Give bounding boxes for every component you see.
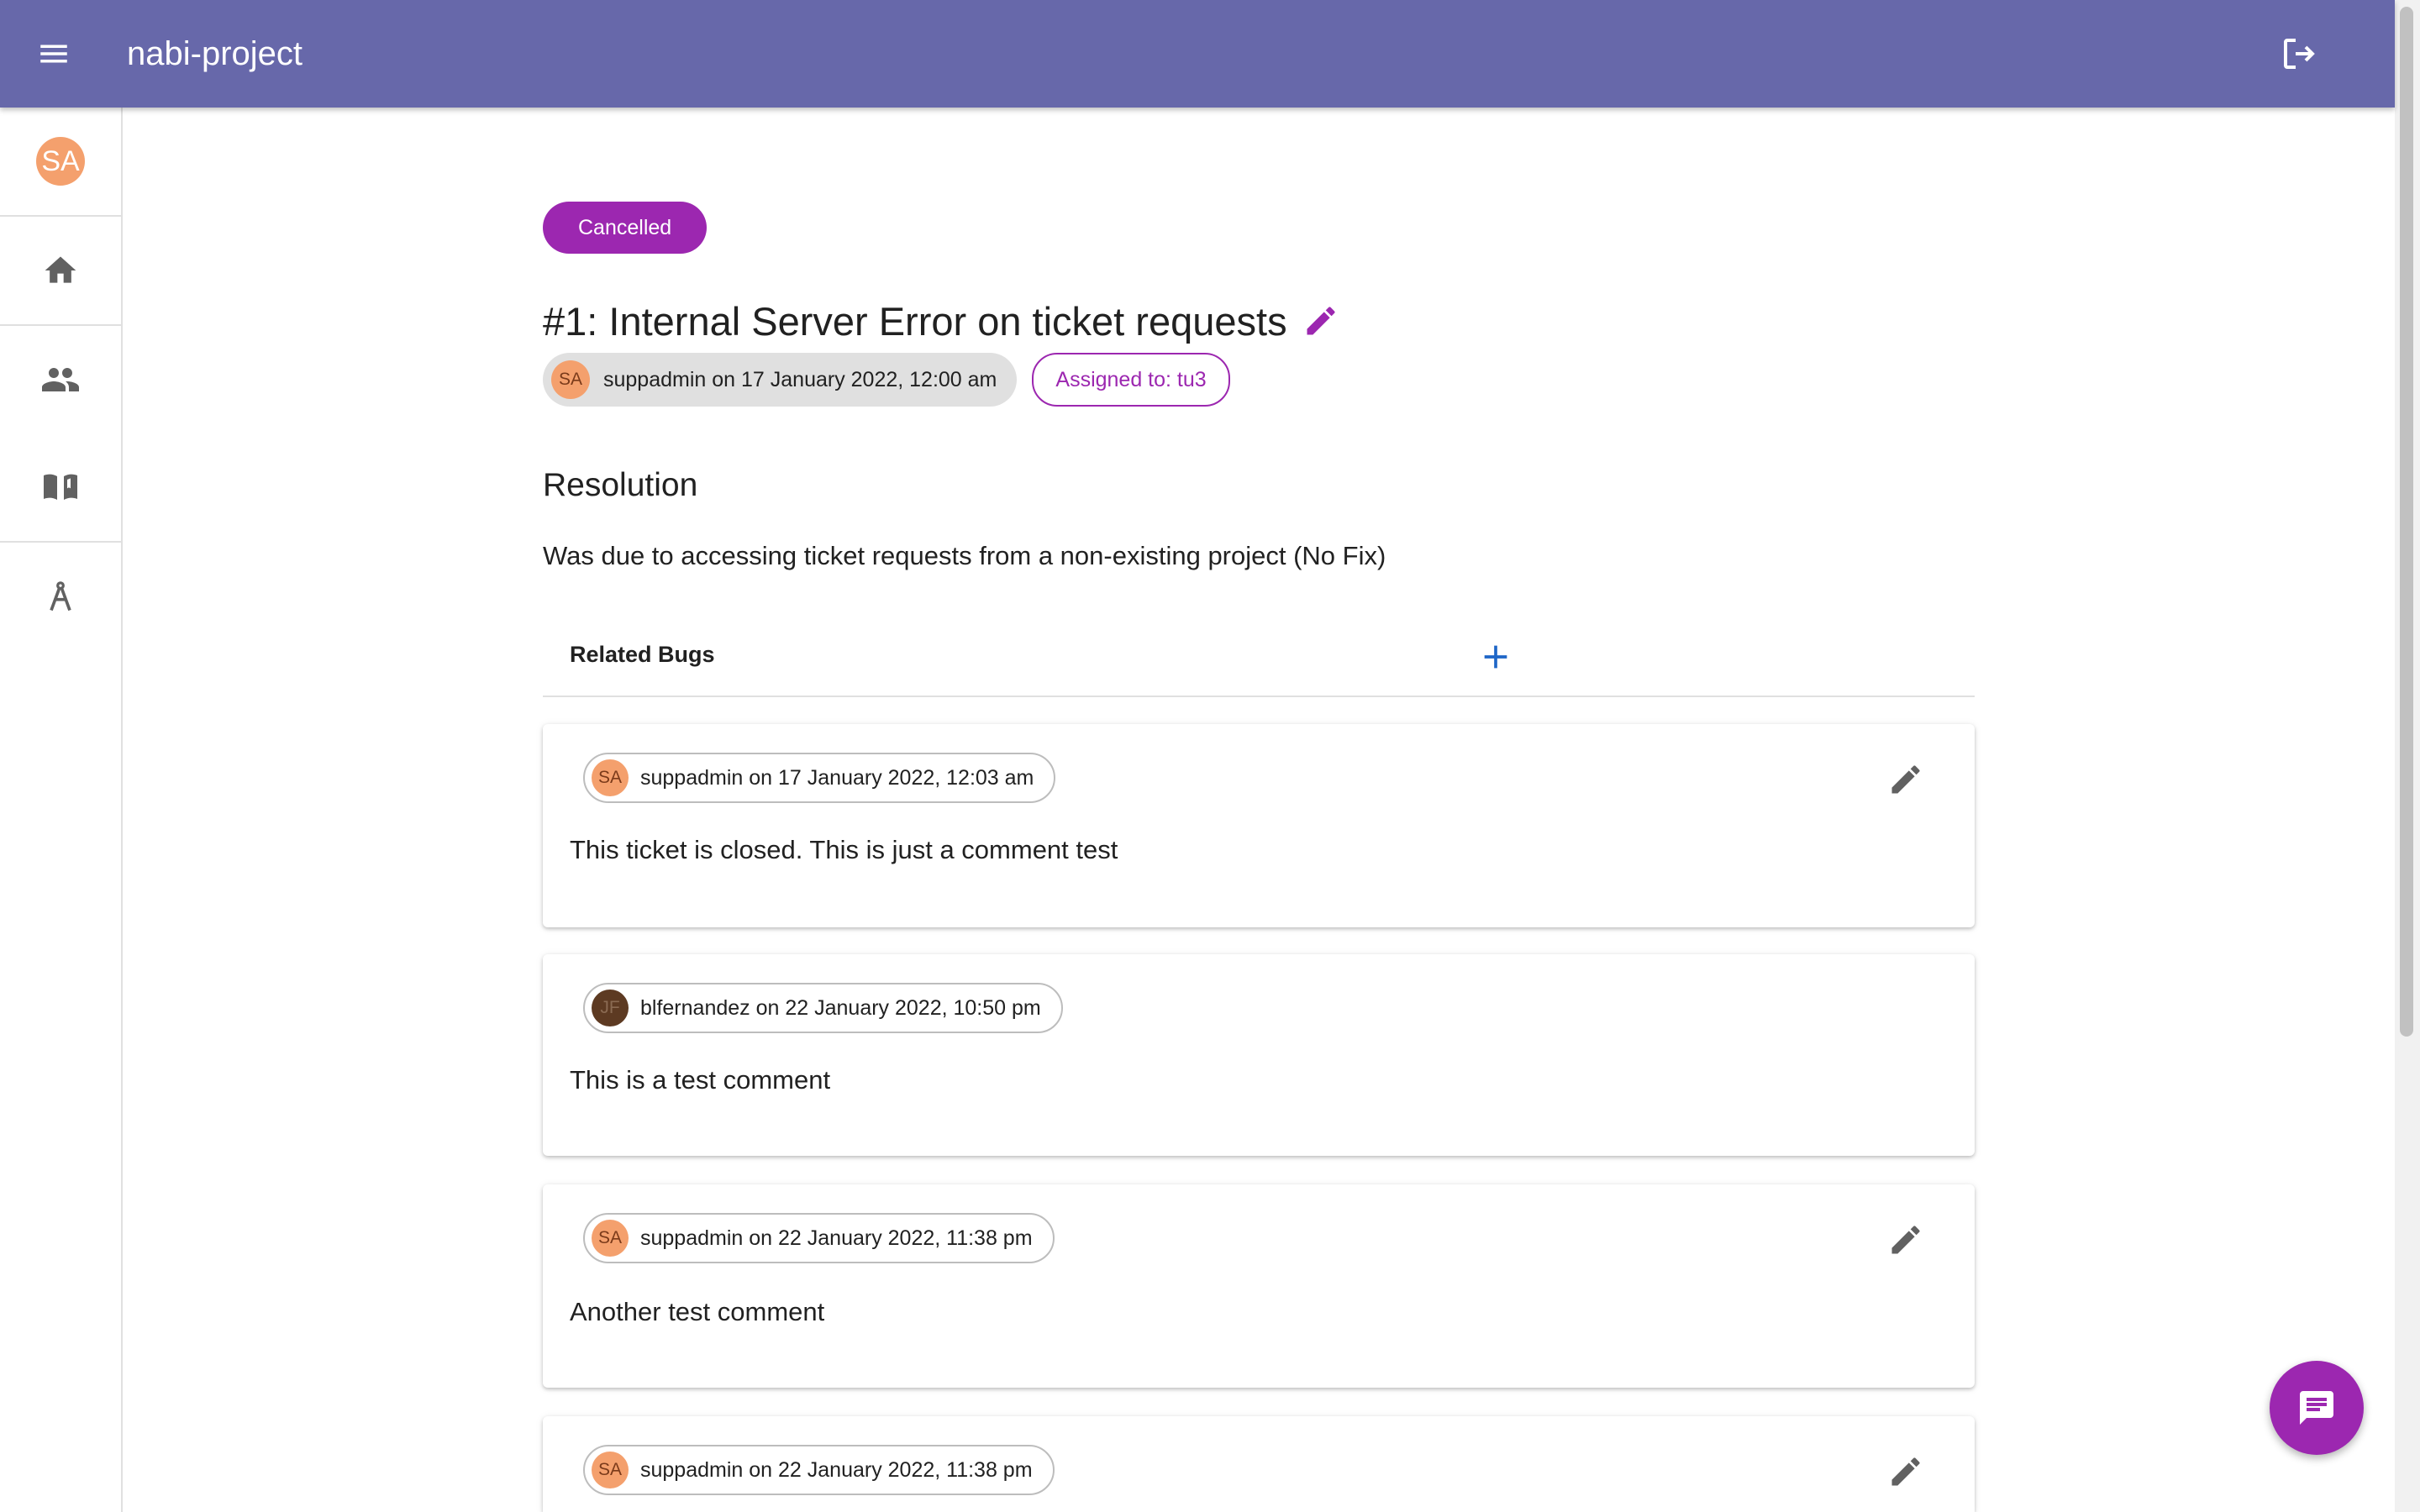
- menu-button[interactable]: [24, 24, 84, 84]
- avatar: SA: [551, 360, 590, 399]
- home-icon: [45, 256, 76, 283]
- comment-author-chip: JF blfernandez on 22 January 2022, 10:50…: [583, 983, 1063, 1033]
- comment-card: JF blfernandez on 22 January 2022, 10:50…: [543, 954, 1975, 1156]
- author-chip: SA suppadmin on 17 January 2022, 12:00 a…: [543, 353, 1018, 407]
- edit-comment-button[interactable]: [1881, 754, 1931, 805]
- pencil-icon: [1891, 1457, 1920, 1486]
- status-badge[interactable]: Cancelled: [543, 202, 708, 254]
- resolution-text: Was due to accessing ticket requests fro…: [543, 541, 1386, 570]
- author-meta: suppadmin on 17 January 2022, 12:00 am: [603, 367, 997, 391]
- menu-icon: [40, 45, 67, 63]
- edit-comment-button[interactable]: [1881, 1446, 1931, 1497]
- avatar: SA: [592, 1220, 629, 1257]
- comment-card: SA suppadmin on 22 January 2022, 11:38 p…: [543, 1184, 1975, 1388]
- related-bugs-row: Related Bugs: [543, 622, 1975, 697]
- comment-meta: suppadmin on 22 January 2022, 11:38 pm: [640, 1457, 1033, 1482]
- add-related-bug-button[interactable]: [1469, 630, 1523, 684]
- book-icon: [44, 474, 77, 500]
- people-icon: [42, 368, 79, 391]
- resolution-heading: Resolution: [543, 467, 698, 503]
- comment-text: Another test comment: [570, 1297, 825, 1326]
- pencil-icon: [1891, 765, 1920, 794]
- comment-card: SA suppadmin on 22 January 2022, 11:38 p…: [543, 1416, 1975, 1512]
- scrollbar-thumb[interactable]: [2400, 7, 2413, 1037]
- chat-fab-button[interactable]: [2270, 1361, 2364, 1455]
- comment-text: This is a test comment: [570, 1065, 831, 1095]
- comment-author-chip: SA suppadmin on 22 January 2022, 11:38 p…: [583, 1445, 1055, 1495]
- avatar: SA: [592, 1452, 629, 1488]
- pencil-icon: [1891, 1226, 1920, 1254]
- avatar: SA: [592, 759, 629, 796]
- assigned-chip[interactable]: Assigned to: tu3: [1032, 353, 1230, 407]
- related-bugs-label: Related Bugs: [570, 642, 715, 667]
- avatar: SA: [36, 137, 85, 186]
- pencil-icon: [1307, 307, 1335, 335]
- ticket-detail: Cancelled #1: Internal Server Error on t…: [543, 0, 1975, 1512]
- comment-card: SA suppadmin on 17 January 2022, 12:03 a…: [543, 724, 1975, 927]
- sidebar-item-home[interactable]: [0, 217, 121, 326]
- ticket-title-row: #1: Internal Server Error on ticket requ…: [543, 294, 1341, 348]
- sidebar-item-people[interactable]: [0, 326, 121, 433]
- compass-icon: [50, 581, 71, 612]
- page-scrollbar[interactable]: [2395, 0, 2420, 1512]
- chat-icon: [2300, 1391, 2333, 1425]
- logout-icon: [2284, 39, 2315, 69]
- page-title: #1: Internal Server Error on ticket requ…: [543, 298, 1287, 344]
- sidebar-item-docs[interactable]: [0, 433, 121, 543]
- logout-button[interactable]: [2269, 24, 2329, 84]
- comment-author-chip: SA suppadmin on 22 January 2022, 11:38 p…: [583, 1213, 1055, 1263]
- avatar: JF: [592, 990, 629, 1026]
- sidebar-item-tools[interactable]: [0, 543, 121, 650]
- comment-meta: blfernandez on 22 January 2022, 10:50 pm: [640, 995, 1041, 1020]
- edit-comment-button[interactable]: [1881, 1215, 1931, 1265]
- comment-author-chip: SA suppadmin on 17 January 2022, 12:03 a…: [583, 753, 1056, 803]
- app-bar: nabi-project: [0, 0, 2395, 108]
- plus-icon: [1484, 645, 1507, 669]
- sidebar: SA: [0, 108, 123, 1512]
- comment-meta: suppadmin on 17 January 2022, 12:03 am: [640, 765, 1034, 790]
- comment-text: This ticket is closed. This is just a co…: [570, 835, 1118, 864]
- comment-meta: suppadmin on 22 January 2022, 11:38 pm: [640, 1226, 1033, 1250]
- ticket-meta: SA suppadmin on 17 January 2022, 12:00 a…: [543, 353, 1230, 407]
- edit-title-button[interactable]: [1301, 301, 1341, 341]
- app-title: nabi-project: [127, 35, 303, 72]
- sidebar-user-avatar[interactable]: SA: [0, 108, 121, 217]
